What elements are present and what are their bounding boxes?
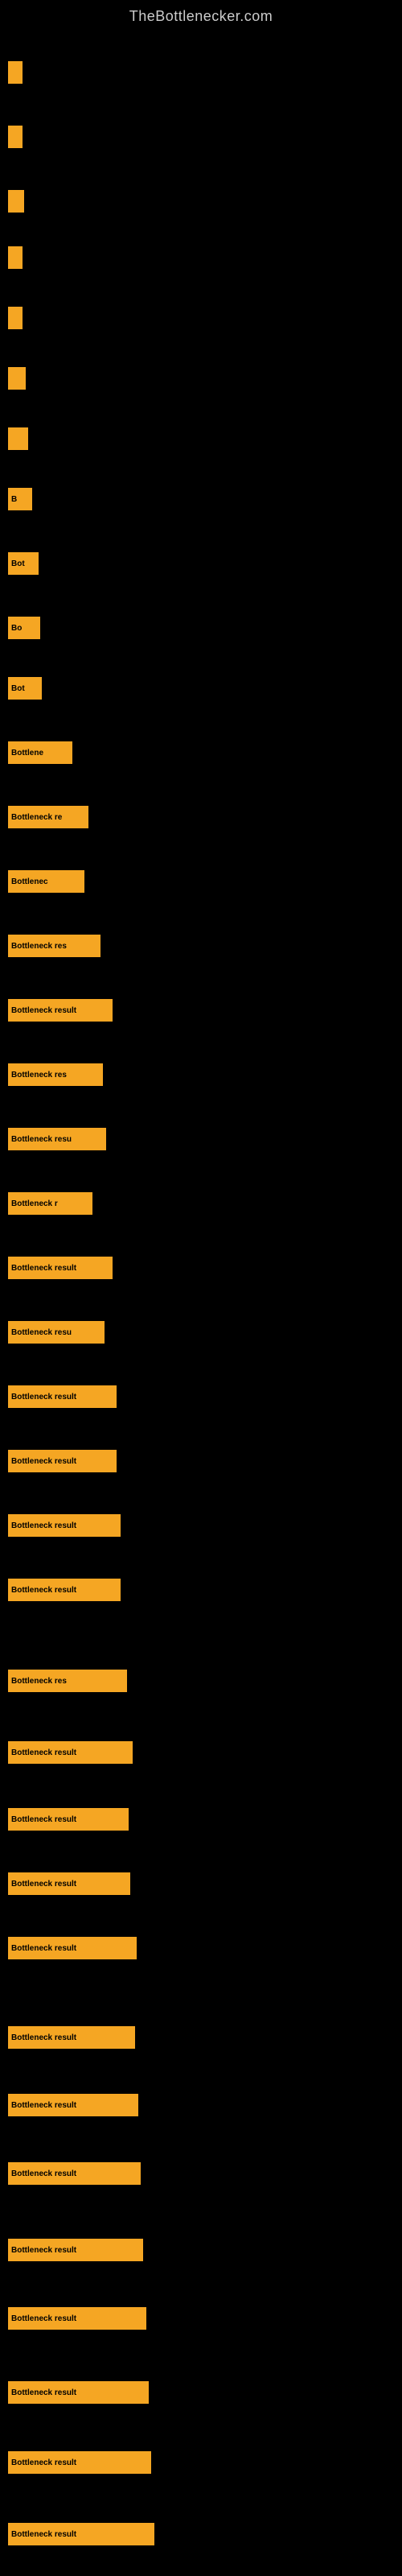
bar-item-16: Bottleneck result	[8, 999, 113, 1022]
bar-label-36: Bottleneck result	[11, 2388, 76, 2397]
bar-item-4	[8, 246, 23, 269]
bar-item-32: Bottleneck result	[8, 2094, 138, 2116]
bar-item-38: Bottleneck result	[8, 2523, 154, 2545]
bar-label-28: Bottleneck result	[11, 1815, 76, 1824]
bar-item-19: Bottleneck r	[8, 1192, 92, 1215]
bar-item-7	[8, 427, 28, 450]
bar-item-23: Bottleneck result	[8, 1450, 117, 1472]
bar-item-8: B	[8, 488, 32, 510]
bar-item-12: Bottlene	[8, 741, 72, 764]
bar-label-11: Bot	[11, 684, 25, 693]
bar-label-25: Bottleneck result	[11, 1586, 76, 1595]
bar-label-19: Bottleneck r	[11, 1199, 58, 1208]
bar-item-24: Bottleneck result	[8, 1514, 121, 1537]
bar-label-8: B	[11, 495, 17, 504]
bar-label-32: Bottleneck result	[11, 2101, 76, 2110]
bar-label-33: Bottleneck result	[11, 2169, 76, 2178]
bar-label-9: Bot	[11, 559, 25, 568]
bar-label-20: Bottleneck result	[11, 1264, 76, 1273]
bar-item-11: Bot	[8, 677, 42, 700]
bar-label-26: Bottleneck res	[11, 1677, 67, 1686]
bar-item-36: Bottleneck result	[8, 2381, 149, 2404]
bar-label-35: Bottleneck result	[11, 2314, 76, 2323]
bar-item-25: Bottleneck result	[8, 1579, 121, 1601]
bar-item-26: Bottleneck res	[8, 1670, 127, 1692]
bar-item-35: Bottleneck result	[8, 2307, 146, 2330]
bar-label-12: Bottlene	[11, 749, 43, 758]
bar-item-15: Bottleneck res	[8, 935, 100, 957]
bar-item-2	[8, 126, 23, 148]
bar-label-34: Bottleneck result	[11, 2246, 76, 2255]
bar-item-22: Bottleneck result	[8, 1385, 117, 1408]
bar-label-21: Bottleneck resu	[11, 1328, 72, 1337]
bar-item-29: Bottleneck result	[8, 1872, 130, 1895]
bar-item-37: Bottleneck result	[8, 2451, 151, 2474]
bar-label-31: Bottleneck result	[11, 2033, 76, 2042]
bar-label-10: Bo	[11, 624, 22, 633]
bar-item-17: Bottleneck res	[8, 1063, 103, 1086]
bar-item-9: Bot	[8, 552, 39, 575]
bar-label-30: Bottleneck result	[11, 1944, 76, 1953]
bar-item-18: Bottleneck resu	[8, 1128, 106, 1150]
bar-item-20: Bottleneck result	[8, 1257, 113, 1279]
bar-item-6	[8, 367, 26, 390]
bar-item-33: Bottleneck result	[8, 2162, 141, 2185]
bar-item-27: Bottleneck result	[8, 1741, 133, 1764]
bar-item-3	[8, 190, 24, 213]
bar-label-17: Bottleneck res	[11, 1071, 67, 1080]
bar-item-31: Bottleneck result	[8, 2026, 135, 2049]
bar-label-16: Bottleneck result	[11, 1006, 76, 1015]
bar-label-37: Bottleneck result	[11, 2458, 76, 2467]
bar-item-34: Bottleneck result	[8, 2239, 143, 2261]
bar-item-10: Bo	[8, 617, 40, 639]
bar-label-38: Bottleneck result	[11, 2530, 76, 2539]
bar-item-21: Bottleneck resu	[8, 1321, 105, 1344]
bar-label-14: Bottlenec	[11, 877, 48, 886]
bar-label-22: Bottleneck result	[11, 1393, 76, 1402]
bar-item-5	[8, 307, 23, 329]
bar-label-18: Bottleneck resu	[11, 1135, 72, 1144]
bar-item-1	[8, 61, 23, 84]
bar-item-13: Bottleneck re	[8, 806, 88, 828]
bar-label-24: Bottleneck result	[11, 1521, 76, 1530]
bar-item-14: Bottlenec	[8, 870, 84, 893]
bar-label-29: Bottleneck result	[11, 1880, 76, 1889]
site-title: TheBottlenecker.com	[0, 0, 402, 29]
bar-item-28: Bottleneck result	[8, 1808, 129, 1831]
bar-label-23: Bottleneck result	[11, 1457, 76, 1466]
bar-label-13: Bottleneck re	[11, 813, 62, 822]
bar-label-15: Bottleneck res	[11, 942, 67, 951]
bar-label-27: Bottleneck result	[11, 1748, 76, 1757]
bar-item-30: Bottleneck result	[8, 1937, 137, 1959]
